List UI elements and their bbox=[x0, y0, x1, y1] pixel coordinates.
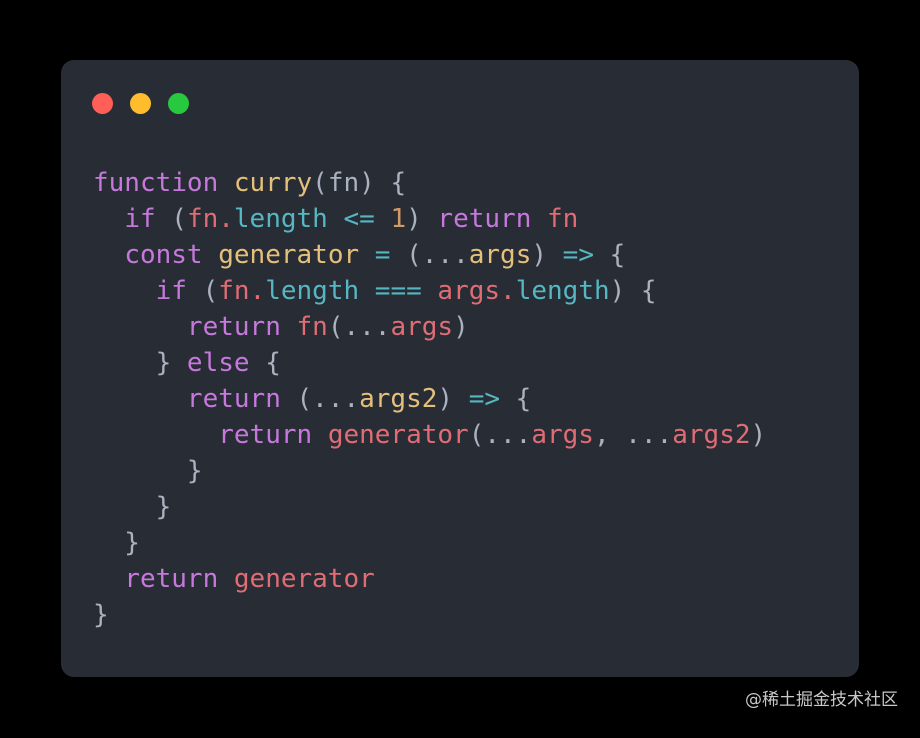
code-token-punct: (... bbox=[390, 240, 469, 270]
code-token-punct: (... bbox=[468, 420, 532, 450]
code-line: const generator = (...args) => { bbox=[93, 237, 849, 273]
code-line: } bbox=[93, 489, 849, 525]
code-token-variable: args bbox=[531, 420, 594, 450]
code-token-keyword: if bbox=[155, 276, 187, 306]
code-token-variable: generator bbox=[327, 420, 469, 450]
code-line: if (fn.length === args.length) { bbox=[93, 273, 849, 309]
close-window-button[interactable] bbox=[92, 93, 113, 114]
code-token-operator: => bbox=[468, 384, 501, 414]
window-controls bbox=[92, 93, 189, 114]
code-token-variable: fn bbox=[296, 312, 328, 342]
code-token-operator: => bbox=[562, 240, 594, 270]
code-token-keyword: return bbox=[218, 420, 313, 450]
code-line: } bbox=[93, 525, 849, 561]
maximize-window-button[interactable] bbox=[168, 93, 189, 114]
code-token-punct: } bbox=[93, 600, 109, 630]
code-token-param: fn bbox=[327, 168, 360, 198]
code-token-variable: args2 bbox=[672, 420, 751, 450]
code-token-variable: . bbox=[218, 204, 234, 234]
code-token-variable: fn bbox=[218, 276, 250, 306]
code-token-punct: (... bbox=[327, 312, 391, 342]
code-token-punct: } bbox=[93, 456, 203, 486]
code-token-punct: , ... bbox=[593, 420, 673, 450]
code-token-variable: args bbox=[437, 276, 501, 306]
code-token-operator: = bbox=[374, 240, 391, 270]
code-token-punct: ) bbox=[453, 312, 469, 342]
code-token-function: args2 bbox=[359, 384, 438, 414]
code-token-variable: generator bbox=[233, 564, 375, 594]
code-token-number: 1 bbox=[390, 204, 407, 234]
code-token-punct: ( bbox=[155, 204, 187, 234]
code-token-punct: ) bbox=[750, 420, 767, 450]
code-token-keyword: return bbox=[186, 312, 281, 342]
code-token-keyword: return bbox=[186, 384, 281, 414]
code-line: function curry(fn) { bbox=[93, 165, 849, 201]
code-token-keyword: return bbox=[437, 204, 532, 234]
code-token-keyword: function bbox=[93, 168, 219, 198]
code-line: } bbox=[93, 453, 849, 489]
code-token-punct: } bbox=[93, 348, 187, 378]
code-token-function: curry bbox=[233, 168, 313, 198]
code-token-property: length bbox=[233, 204, 328, 234]
minimize-window-button[interactable] bbox=[130, 93, 151, 114]
code-line: return generator(...args, ...args2) bbox=[93, 417, 849, 453]
code-token-operator: === bbox=[374, 276, 422, 306]
code-token-punct: } bbox=[93, 492, 172, 522]
watermark-label: @稀土掘金技术社区 bbox=[745, 690, 898, 710]
code-token-punct: ) { bbox=[609, 276, 657, 306]
code-line: } else { bbox=[93, 345, 849, 381]
code-token-punct: (... bbox=[280, 384, 360, 414]
code-token-keyword: if bbox=[124, 204, 156, 234]
code-token-variable: fn bbox=[547, 204, 579, 234]
code-line: if (fn.length <= 1) return fn bbox=[93, 201, 849, 237]
code-token-variable: fn bbox=[186, 204, 219, 234]
code-token-punct: ( bbox=[186, 276, 219, 306]
code-token-punct: ) { bbox=[359, 168, 407, 198]
code-token-punct: { bbox=[593, 240, 626, 270]
code-token-property: length bbox=[265, 276, 360, 306]
code-token-punct: ) bbox=[437, 384, 469, 414]
code-token-punct: ) bbox=[531, 240, 563, 270]
code-token-keyword: const bbox=[124, 240, 203, 270]
code-token-punct: { bbox=[500, 384, 532, 414]
code-token-keyword: return bbox=[124, 564, 219, 594]
code-token-property: length bbox=[515, 276, 610, 306]
code-token-keyword: else bbox=[186, 348, 250, 378]
code-token-variable: . bbox=[500, 276, 516, 306]
code-token-operator: <= bbox=[343, 204, 375, 234]
code-editor-area[interactable]: function curry(fn) { if (fn.length <= 1)… bbox=[93, 165, 849, 633]
code-line: return fn(...args) bbox=[93, 309, 849, 345]
code-line: return generator bbox=[93, 561, 849, 597]
code-token-function: args bbox=[468, 240, 532, 270]
code-token-variable: args bbox=[390, 312, 454, 342]
code-token-punct: } bbox=[93, 528, 140, 558]
code-token-variable: . bbox=[249, 276, 266, 306]
code-snippet-card: function curry(fn) { if (fn.length <= 1)… bbox=[61, 60, 859, 677]
code-line: return (...args2) => { bbox=[93, 381, 849, 417]
code-line: } bbox=[93, 597, 849, 633]
code-token-punct: ) bbox=[406, 204, 438, 234]
code-token-punct: ( bbox=[312, 168, 328, 198]
code-token-function: generator bbox=[218, 240, 360, 270]
code-token-punct: { bbox=[249, 348, 281, 378]
